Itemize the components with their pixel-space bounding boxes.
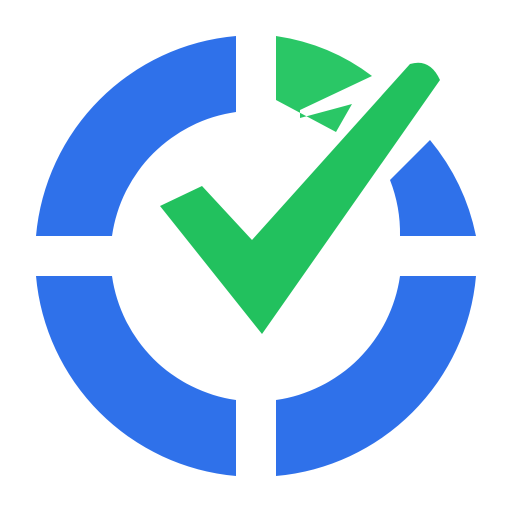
target-check-icon	[36, 36, 476, 476]
ring-segment-bottom-right	[276, 276, 476, 476]
ring-segment-top-right	[390, 140, 476, 236]
ring-segment-bottom-left	[36, 276, 236, 476]
logo-canvas	[0, 0, 512, 512]
flag-icon	[276, 36, 372, 132]
